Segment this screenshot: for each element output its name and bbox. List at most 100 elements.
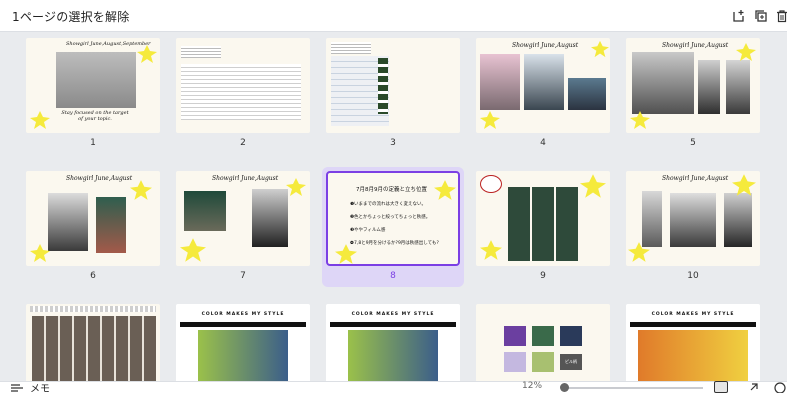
page-8-star-decoration-2 <box>335 244 357 264</box>
page-13-nav-bar <box>330 322 456 327</box>
page-8-line-1: ❶いままでの流れは大きく変えない。 <box>350 202 427 207</box>
expand-icon[interactable] <box>748 383 758 393</box>
top-toolbar: 1ページの選択を解除 <box>0 0 787 32</box>
page-6-title: Showgirl June,August <box>66 175 133 182</box>
duplicate-icon <box>755 10 767 22</box>
page-1-photo <box>56 52 136 108</box>
page-13-photo <box>348 330 438 381</box>
page-number: 3 <box>390 138 396 148</box>
delete-page-button[interactable] <box>771 5 787 27</box>
page-8-line-4: ❹7,8と9月を分けるか?9月は秋感出しても? <box>350 241 439 246</box>
deselect-page-title[interactable]: 1ページの選択を解除 <box>12 8 129 25</box>
page-4-photo-2 <box>524 54 564 110</box>
page-10-star-decoration-2 <box>628 242 650 262</box>
page-2-text-block <box>181 46 221 58</box>
page-8-slide[interactable]: 7月8月9月の定義と立ち位置 ❶いままでの流れは大きく変えない。 ❷色とかちょっ… <box>326 171 460 266</box>
page-15-slide[interactable]: COLOR MAKES MY STYLE <box>626 304 760 381</box>
grid-view-icon[interactable] <box>714 381 728 393</box>
page-12-banner: COLOR MAKES MY STYLE <box>201 312 285 317</box>
page-number: 4 <box>540 138 546 148</box>
page-6-star-decoration <box>130 180 152 200</box>
page-5-slide[interactable]: Showgirl June,August <box>626 38 760 133</box>
page-5-title: Showgirl June,August <box>662 42 729 49</box>
page-6-photo-1 <box>48 193 88 251</box>
page-1-caption: Stay focused on the target of your topic… <box>61 110 129 122</box>
zoom-slider-track[interactable] <box>563 387 703 389</box>
page-11-slide[interactable] <box>26 304 160 381</box>
page-5-star-decoration <box>736 43 756 61</box>
page-5-star-decoration-2 <box>630 111 650 129</box>
page-7-slide[interactable]: Showgirl June,August <box>176 171 310 266</box>
page-6-photo-2 <box>96 197 126 253</box>
page-11-photo-grid <box>32 316 156 381</box>
page-5-photo-1 <box>632 52 694 114</box>
page-14-slide[interactable]: ピル柄 <box>476 304 610 381</box>
page-2-slide[interactable] <box>176 38 310 133</box>
trash-icon <box>777 10 787 23</box>
page-8-line-2: ❷色とかちょっと絞ってちょっと秋感。 <box>350 215 431 220</box>
page-1-slide[interactable]: Showgirl June,August,September Stay focu… <box>26 38 160 133</box>
page-12-slide[interactable]: COLOR MAKES MY STYLE <box>176 304 310 381</box>
page-7-photo-1 <box>184 191 226 231</box>
page-6-star-decoration-2 <box>30 244 50 262</box>
page-7-star-decoration <box>286 178 306 196</box>
page-15-banner: COLOR MAKES MY STYLE <box>651 312 735 317</box>
help-icon[interactable] <box>774 382 786 393</box>
page-grid: Showgirl June,August,September Stay focu… <box>0 32 787 381</box>
page-2-text-block-2 <box>181 64 301 120</box>
notes-button-label[interactable]: メモ <box>30 380 50 393</box>
page-14-swatch-4 <box>504 352 526 372</box>
page-9-slide[interactable] <box>476 171 610 266</box>
page-1-star-decoration <box>137 45 157 63</box>
page-10-photo-1 <box>642 191 662 247</box>
page-4-photo-3 <box>568 78 606 110</box>
page-14-tag: ピル柄 <box>560 354 582 370</box>
page-8-title: 7月8月9月の定義と立ち位置 <box>356 187 427 193</box>
page-number: 5 <box>690 138 696 148</box>
page-8-star-decoration <box>434 180 456 200</box>
page-9-photo-grid <box>508 187 580 261</box>
page-10-slide[interactable]: Showgirl June,August <box>626 171 760 266</box>
page-7-photo-2 <box>252 189 288 247</box>
page-7-star-decoration-2 <box>180 238 206 262</box>
page-number: 7 <box>240 271 246 281</box>
page-10-photo-3 <box>724 193 752 247</box>
page-7-title: Showgirl June,August <box>212 175 279 182</box>
page-4-slide[interactable]: Showgirl June,August <box>476 38 610 133</box>
page-8-line-3: ❸ややフィルム感 <box>350 228 386 233</box>
page-12-photo <box>198 330 288 381</box>
page-number: 1 <box>90 138 96 148</box>
page-1-star-decoration-2 <box>30 111 50 129</box>
page-14-swatch-3 <box>560 326 582 346</box>
zoom-slider-handle[interactable] <box>560 383 569 392</box>
page-3-text-block <box>331 42 371 54</box>
page-4-title: Showgirl June,August <box>512 42 579 49</box>
page-12-nav-bar <box>180 322 306 327</box>
page-6-slide[interactable]: Showgirl June,August <box>26 171 160 266</box>
page-4-star-decoration-2 <box>480 111 500 129</box>
page-15-nav-bar <box>630 322 756 327</box>
page-number: 2 <box>240 138 246 148</box>
page-9-logo <box>480 175 502 193</box>
page-3-slide[interactable] <box>326 38 460 133</box>
page-14-swatch-2 <box>532 326 554 346</box>
page-3-swatches <box>378 58 388 114</box>
page-number: 9 <box>540 271 546 281</box>
notes-icon[interactable] <box>10 383 24 393</box>
page-14-swatch-5 <box>532 352 554 372</box>
page-11-header-text <box>30 306 156 312</box>
page-4-star-decoration <box>591 40 609 58</box>
page-4-photo-1 <box>480 54 520 110</box>
add-page-icon <box>733 10 744 22</box>
page-10-star-decoration <box>732 174 756 196</box>
page-15-photo <box>638 330 748 381</box>
page-10-photo-2 <box>670 193 716 247</box>
page-10-title: Showgirl June,August <box>662 175 729 182</box>
add-page-button[interactable] <box>728 5 750 27</box>
page-9-star-decoration-2 <box>480 240 502 260</box>
bottom-toolbar: メモ 12% <box>0 381 787 393</box>
page-number: 10 <box>687 271 699 281</box>
page-9-star-decoration <box>580 174 606 198</box>
page-13-slide[interactable]: COLOR MAKES MY STYLE <box>326 304 460 381</box>
duplicate-page-button[interactable] <box>750 5 772 27</box>
